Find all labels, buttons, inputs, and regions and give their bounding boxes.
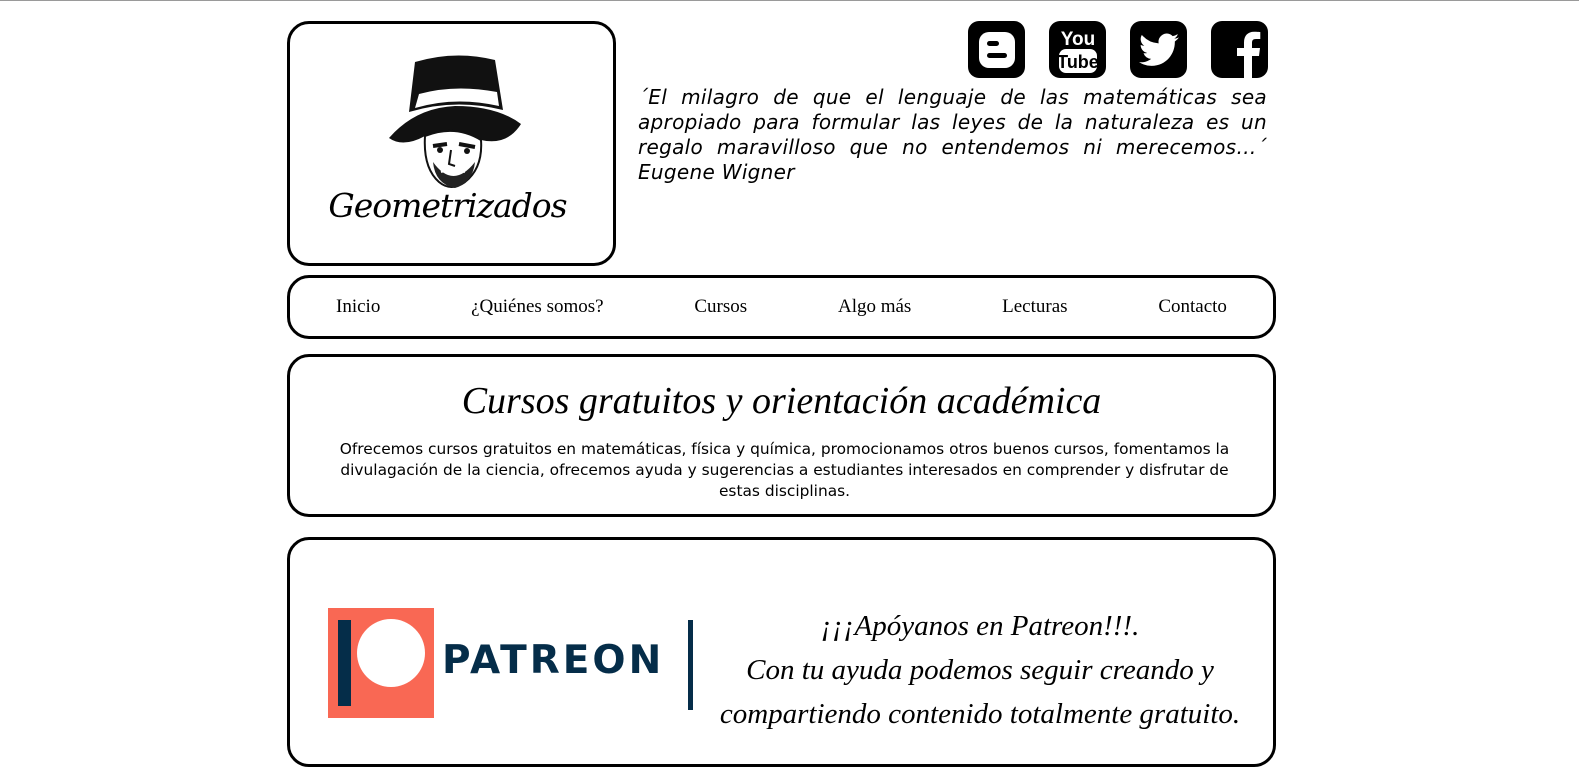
- patreon-line-3: compartiendo contenido totalmente gratui…: [719, 698, 1241, 730]
- nav-item-quienes-somos[interactable]: ¿Quiénes somos?: [471, 296, 603, 318]
- intro-title: Cursos gratuitos y orientación académica: [461, 380, 1102, 422]
- portrait-illustration: [389, 55, 521, 188]
- youtube-icon[interactable]: You Tube: [1049, 21, 1106, 78]
- patreon-wordmark: PATREON: [442, 638, 665, 683]
- patreon-divider: [688, 620, 693, 710]
- main-navigation: Inicio ¿Quiénes somos? Cursos Algo más L…: [287, 275, 1276, 339]
- wigner-quote: ´El milagro de que el lenguaje de las ma…: [638, 85, 1267, 184]
- blogger-glyph: [978, 31, 1015, 68]
- twitter-icon[interactable]: [1130, 21, 1187, 78]
- facebook-icon[interactable]: [1211, 21, 1268, 78]
- intro-text: Ofrecemos cursos gratuitos en matemática…: [339, 440, 1230, 500]
- blogger-icon[interactable]: [968, 21, 1025, 78]
- twitter-glyph: [1138, 33, 1179, 66]
- nav-item-contacto[interactable]: Contacto: [1158, 296, 1227, 318]
- youtube-you: You: [1060, 29, 1094, 50]
- logo-text: Geometrizados: [328, 186, 567, 225]
- patreon-line-2: Con tu ayuda podemos seguir creando y: [746, 654, 1214, 686]
- patreon-panel: PATREON ¡¡¡Apóyanos en Patreon!!!. Con t…: [287, 537, 1276, 767]
- nav-item-algo-mas[interactable]: Algo más: [838, 296, 911, 318]
- top-border: [0, 0, 1579, 1]
- youtube-tube: Tube: [1057, 52, 1099, 72]
- facebook-glyph: [1237, 31, 1261, 78]
- social-links: You Tube: [968, 21, 1268, 78]
- patreon-line-1: ¡¡¡Apóyanos en Patreon!!!.: [820, 610, 1140, 642]
- intro-panel: Cursos gratuitos y orientación académica…: [287, 354, 1276, 517]
- patreon-message: ¡¡¡Apóyanos en Patreon!!!. Con tu ayuda …: [710, 604, 1250, 736]
- patreon-logo-icon[interactable]: [328, 608, 434, 718]
- nav-item-inicio[interactable]: Inicio: [336, 296, 380, 318]
- youtube-glyph: You Tube: [1057, 29, 1099, 73]
- nav-item-cursos[interactable]: Cursos: [694, 296, 747, 318]
- nav-item-lecturas[interactable]: Lecturas: [1002, 296, 1067, 318]
- site-logo-link[interactable]: Geometrizados: [287, 21, 616, 266]
